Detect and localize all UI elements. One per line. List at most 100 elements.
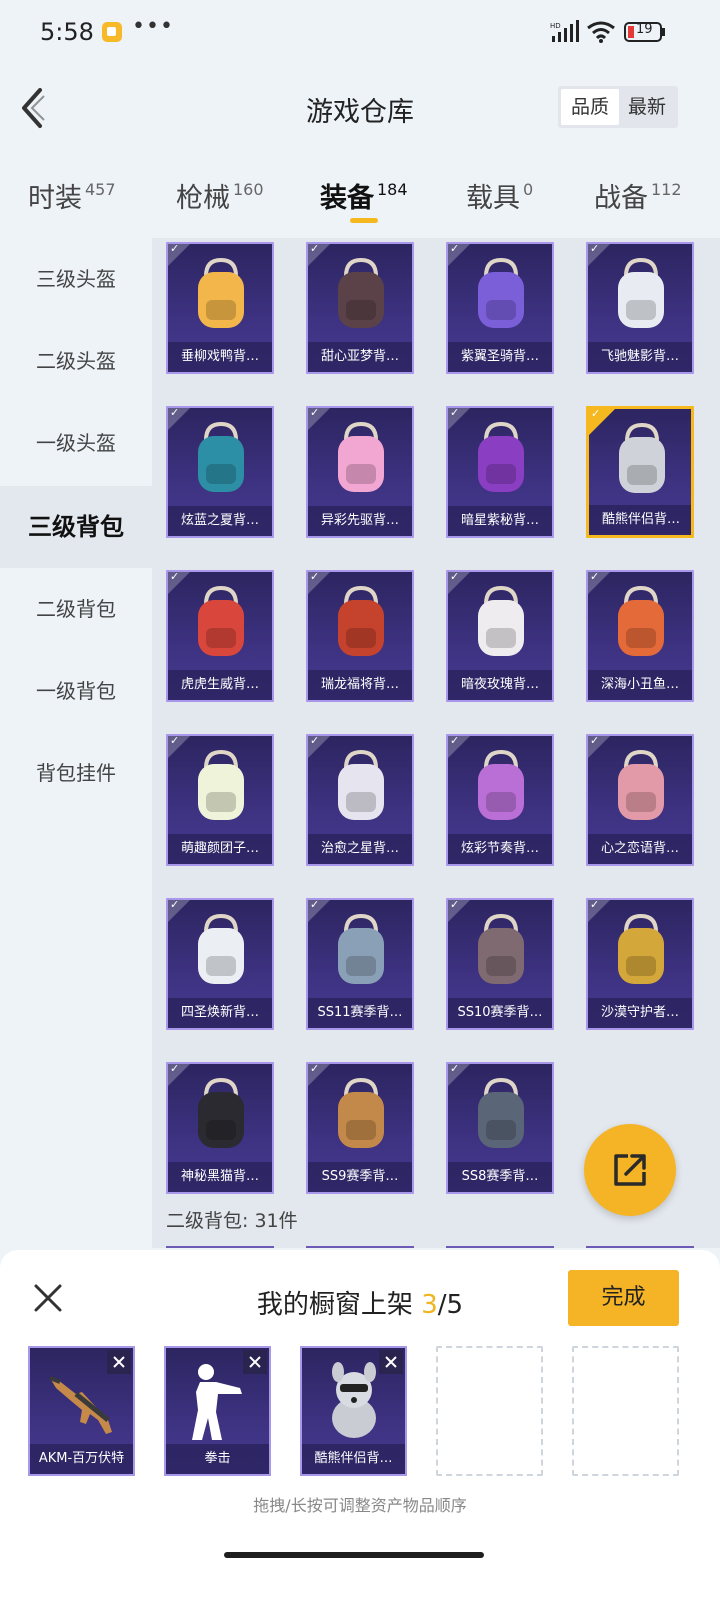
share-icon xyxy=(614,1154,646,1186)
card-label: 酷熊伴侣背… xyxy=(589,505,691,535)
card-label: 炫蓝之夏背… xyxy=(168,506,272,536)
backpack-icon xyxy=(618,257,664,328)
backpack-card[interactable]: ✓ 甜心亚梦背… xyxy=(306,242,414,374)
backpack-card[interactable]: ✓ 酷熊伴侣背… xyxy=(586,406,694,538)
sidebar-item-lv3-helmet[interactable]: 三级头盔 xyxy=(0,238,152,320)
status-time: 5:58 xyxy=(40,18,94,46)
tab-fashion[interactable]: 时装 457 xyxy=(28,176,116,215)
tab-supplies[interactable]: 战备 112 xyxy=(594,176,682,215)
backpack-card[interactable]: ✓ 垂柳戏鸭背… xyxy=(166,242,274,374)
checkmark-icon: ✓ xyxy=(170,570,180,583)
backpack-card[interactable]: ✓ 四圣焕新背… xyxy=(166,898,274,1030)
backpack-card[interactable]: ✓ SS10赛季背… xyxy=(446,898,554,1030)
tab-count: 112 xyxy=(651,180,682,199)
sidebar-item-lv2-helmet[interactable]: 二级头盔 xyxy=(0,320,152,402)
home-indicator xyxy=(224,1552,484,1558)
category-tabs: 时装 457 枪械 160 装备 184 载具 0 战备 112 xyxy=(0,166,720,226)
backpack-card[interactable]: ✓ 飞驰魅影背… xyxy=(586,242,694,374)
slot-label: 拳击 xyxy=(166,1444,269,1474)
backpack-icon xyxy=(478,421,524,492)
checkmark-icon: ✓ xyxy=(590,898,600,911)
card-label: 瑞龙福将背… xyxy=(308,670,412,700)
sort-by-newest-button[interactable]: 最新 xyxy=(618,89,676,125)
item-grid: ✓ 垂柳戏鸭背… ✓ 甜心亚梦背… ✓ 紫翼圣骑背… ✓ 飞驰魅影背… ✓ 炫蓝之夏背… ✓ 异彩先驱… xyxy=(152,238,720,1248)
sidebar-item-lv1-backpack[interactable]: 一级背包 xyxy=(0,650,152,732)
done-button[interactable]: 完成 xyxy=(568,1270,679,1326)
checkmark-icon: ✓ xyxy=(310,570,320,583)
slot-label: AKM-百万伏特 xyxy=(30,1444,133,1474)
status-bar: 5:58 ••• HD 19 xyxy=(0,0,720,66)
next-section-card-edge xyxy=(166,1246,274,1248)
remove-slot-button[interactable] xyxy=(243,1350,267,1374)
card-label: 炫彩节奏背… xyxy=(448,834,552,864)
checkmark-icon: ✓ xyxy=(450,570,460,583)
card-label: 沙漠守护者… xyxy=(588,998,692,1028)
wifi-icon xyxy=(587,21,615,43)
checkmark-icon: ✓ xyxy=(591,407,601,420)
backpack-icon xyxy=(198,585,244,656)
backpack-icon xyxy=(478,257,524,328)
showcase-slot[interactable]: AKM-百万伏特 xyxy=(28,1346,135,1476)
backpack-card[interactable]: ✓ 紫翼圣骑背… xyxy=(446,242,554,374)
tab-vehicles[interactable]: 载具 0 xyxy=(466,176,533,215)
share-button[interactable] xyxy=(584,1124,676,1216)
empty-showcase-slot[interactable] xyxy=(572,1346,679,1476)
next-section-card-edge xyxy=(306,1246,414,1248)
next-section-card-edge xyxy=(446,1246,554,1248)
next-section-card-edge xyxy=(586,1246,694,1248)
checkmark-icon: ✓ xyxy=(450,1062,460,1075)
backpack-icon xyxy=(478,1077,524,1148)
checkmark-icon: ✓ xyxy=(170,1062,180,1075)
remove-slot-button[interactable] xyxy=(107,1350,131,1374)
card-label: 心之恋语背… xyxy=(588,834,692,864)
cellular-signal-icon: HD xyxy=(550,20,579,42)
backpack-icon xyxy=(619,422,665,493)
card-label: 紫翼圣骑背… xyxy=(448,342,552,372)
card-label: 垂柳戏鸭背… xyxy=(168,342,272,372)
sort-by-quality-button[interactable]: 品质 xyxy=(561,89,619,125)
backpack-icon xyxy=(198,1077,244,1148)
backpack-card[interactable]: ✓ 萌趣颜团子… xyxy=(166,734,274,866)
tab-label: 时装 xyxy=(28,183,82,214)
sidebar-item-backpack-charm[interactable]: 背包挂件 xyxy=(0,732,152,814)
backpack-card[interactable]: ✓ SS11赛季背… xyxy=(306,898,414,1030)
backpack-card[interactable]: ✓ 炫彩节奏背… xyxy=(446,734,554,866)
backpack-card[interactable]: ✓ 异彩先驱背… xyxy=(306,406,414,538)
remove-slot-button[interactable] xyxy=(379,1350,403,1374)
sidebar-item-lv2-backpack[interactable]: 二级背包 xyxy=(0,568,152,650)
showcase-slot[interactable]: 酷熊伴侣背… xyxy=(300,1346,407,1476)
backpack-card[interactable]: ✓ 虎虎生威背… xyxy=(166,570,274,702)
tab-label: 装备 xyxy=(320,183,374,214)
backpack-card[interactable]: ✓ 深海小丑鱼… xyxy=(586,570,694,702)
tab-equipment[interactable]: 装备 184 xyxy=(320,176,408,215)
checkmark-icon: ✓ xyxy=(170,406,180,419)
sidebar-item-lv1-helmet[interactable]: 一级头盔 xyxy=(0,402,152,484)
backpack-card[interactable]: ✓ 沙漠守护者… xyxy=(586,898,694,1030)
tab-count: 0 xyxy=(523,180,534,199)
backpack-card[interactable]: ✓ 神秘黑猫背… xyxy=(166,1062,274,1194)
checkmark-icon: ✓ xyxy=(450,898,460,911)
backpack-card[interactable]: ✓ 炫蓝之夏背… xyxy=(166,406,274,538)
backpack-icon xyxy=(618,585,664,656)
card-label: 虎虎生威背… xyxy=(168,670,272,700)
section-label: 二级背包: 31件 xyxy=(166,1210,298,1232)
backpack-icon xyxy=(198,421,244,492)
tab-weapons[interactable]: 枪械 160 xyxy=(176,176,264,215)
backpack-icon xyxy=(478,749,524,820)
showcase-slot[interactable]: 拳击 xyxy=(164,1346,271,1476)
checkmark-icon: ✓ xyxy=(170,242,180,255)
empty-showcase-slot[interactable] xyxy=(436,1346,543,1476)
sidebar-item-lv3-backpack[interactable]: 三级背包 xyxy=(0,486,152,568)
backpack-card[interactable]: ✓ SS8赛季背… xyxy=(446,1062,554,1194)
sheet-hint: 拖拽/长按可调整资产物品顺序 xyxy=(253,1496,467,1515)
backpack-card[interactable]: ✓ 暗星紫秘背… xyxy=(446,406,554,538)
backpack-card[interactable]: ✓ SS9赛季背… xyxy=(306,1062,414,1194)
checkmark-icon: ✓ xyxy=(310,242,320,255)
backpack-card[interactable]: ✓ 治愈之星背… xyxy=(306,734,414,866)
backpack-card[interactable]: ✓ 暗夜玫瑰背… xyxy=(446,570,554,702)
sort-toggle: 品质 最新 xyxy=(558,86,678,128)
checkmark-icon: ✓ xyxy=(590,242,600,255)
checkmark-icon: ✓ xyxy=(590,734,600,747)
backpack-card[interactable]: ✓ 心之恋语背… xyxy=(586,734,694,866)
backpack-card[interactable]: ✓ 瑞龙福将背… xyxy=(306,570,414,702)
